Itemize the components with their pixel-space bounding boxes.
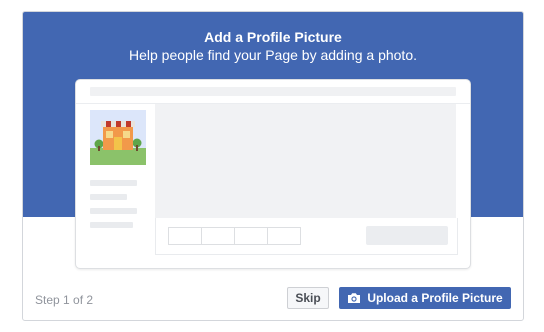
preview-tab bbox=[201, 227, 235, 245]
skip-button[interactable]: Skip bbox=[287, 287, 329, 309]
preview-tab bbox=[168, 227, 202, 245]
preview-nav-line bbox=[90, 180, 137, 186]
step-indicator: Step 1 of 2 bbox=[35, 293, 94, 307]
preview-cover-area bbox=[155, 104, 456, 218]
dialog-subtitle: Help people find your Page by adding a p… bbox=[129, 47, 417, 63]
upload-profile-picture-button[interactable]: Upload a Profile Picture bbox=[339, 287, 511, 309]
preview-top-bar bbox=[90, 87, 456, 96]
storefront-icon bbox=[90, 110, 146, 165]
preview-nav-line bbox=[90, 208, 137, 214]
preview-nav-line bbox=[90, 222, 133, 228]
add-profile-picture-dialog: Add a Profile Picture Help people find y… bbox=[22, 11, 524, 321]
upload-button-label: Upload a Profile Picture bbox=[367, 291, 503, 305]
camera-icon bbox=[347, 292, 361, 304]
skip-button-label: Skip bbox=[295, 291, 321, 305]
preview-tab bbox=[267, 227, 301, 245]
page-preview-illustration bbox=[75, 79, 471, 269]
preview-nav-line bbox=[90, 194, 127, 200]
preview-tabs-bar bbox=[155, 218, 458, 255]
preview-tabs bbox=[168, 227, 301, 245]
preview-action-button bbox=[366, 226, 448, 245]
preview-profile-picture bbox=[90, 110, 146, 165]
dialog-title: Add a Profile Picture bbox=[204, 29, 342, 45]
preview-tab bbox=[234, 227, 268, 245]
